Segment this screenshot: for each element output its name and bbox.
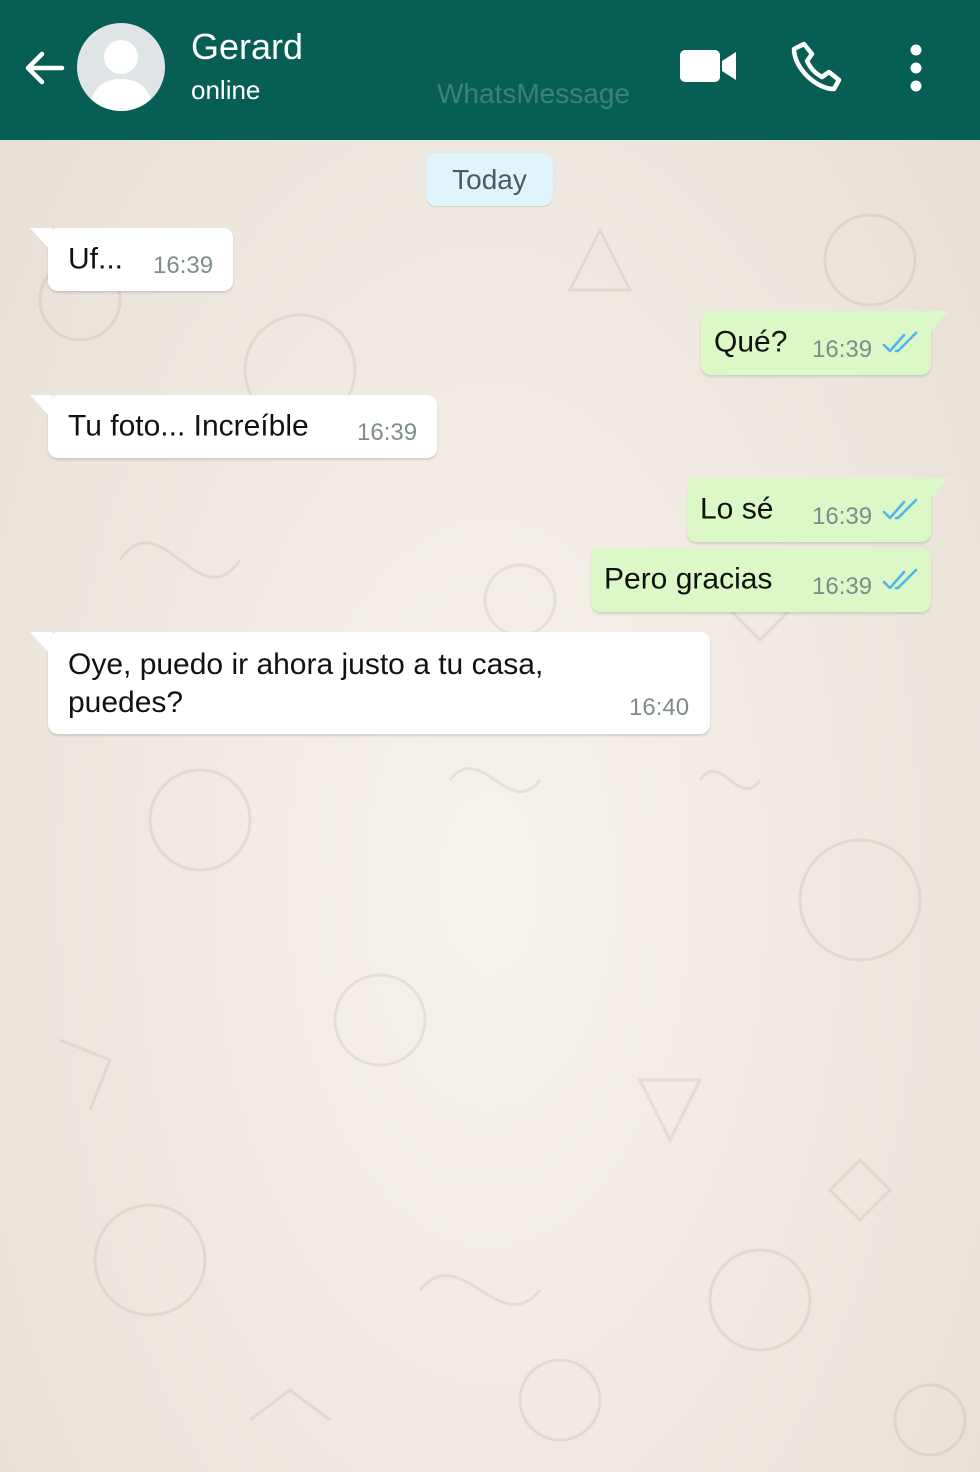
message-time: 16:39 (812, 336, 873, 363)
message-outgoing[interactable]: Lo sé 16:39 (687, 478, 949, 542)
message-text: Oye, puedo ir ahora justo a tu casa, pue… (68, 646, 543, 722)
chat-header: Gerard online WhatsMessage (0, 0, 980, 140)
bubble-tail (30, 228, 52, 252)
watermark: WhatsMessage (437, 78, 630, 109)
message-time: 16:39 (357, 419, 418, 446)
message-incoming[interactable]: Oye, puedo ir ahora justo a tu casa, pue… (30, 632, 710, 734)
message-time: 16:39 (812, 503, 873, 530)
message-text-line: Oye, puedo ir ahora justo a tu casa, (68, 648, 544, 681)
back-arrow-icon[interactable] (22, 46, 66, 90)
phone-call-icon[interactable] (790, 40, 842, 92)
message-incoming[interactable]: Uf... 16:39 (30, 228, 233, 291)
bubble-tail (927, 311, 949, 335)
message-text: Pero gracias (604, 562, 773, 596)
message-text: Uf... (68, 241, 124, 275)
message-incoming[interactable]: Tu foto... Increíble 16:39 (30, 395, 437, 458)
contact-status: online (191, 75, 261, 105)
video-call-icon[interactable] (678, 44, 738, 88)
double-check-icon (882, 331, 918, 353)
more-options-icon[interactable] (898, 42, 934, 94)
bubble-tail (30, 395, 52, 419)
double-check-icon (882, 568, 918, 590)
message-outgoing[interactable]: Pero gracias 16:39 (591, 548, 931, 612)
contact-name[interactable]: Gerard (191, 26, 303, 68)
bubble-tail (927, 478, 949, 502)
message-outgoing[interactable]: Qué? 16:39 (701, 311, 949, 375)
message-time: 16:39 (812, 573, 873, 600)
message-text: Tu foto... Increíble (68, 408, 309, 442)
date-separator: Today (426, 153, 553, 206)
bubble-tail (30, 632, 52, 656)
double-check-icon (882, 498, 918, 520)
message-text: Lo sé (700, 492, 774, 526)
avatar[interactable] (77, 23, 165, 111)
message-time: 16:39 (153, 252, 214, 279)
chat-screen: Gerard online WhatsMessage Today Uf... 1… (0, 0, 980, 1472)
avatar-icon (89, 40, 153, 111)
message-text: Qué? (714, 325, 788, 359)
message-time: 16:40 (629, 694, 690, 721)
message-text-line: puedes? (68, 686, 184, 719)
